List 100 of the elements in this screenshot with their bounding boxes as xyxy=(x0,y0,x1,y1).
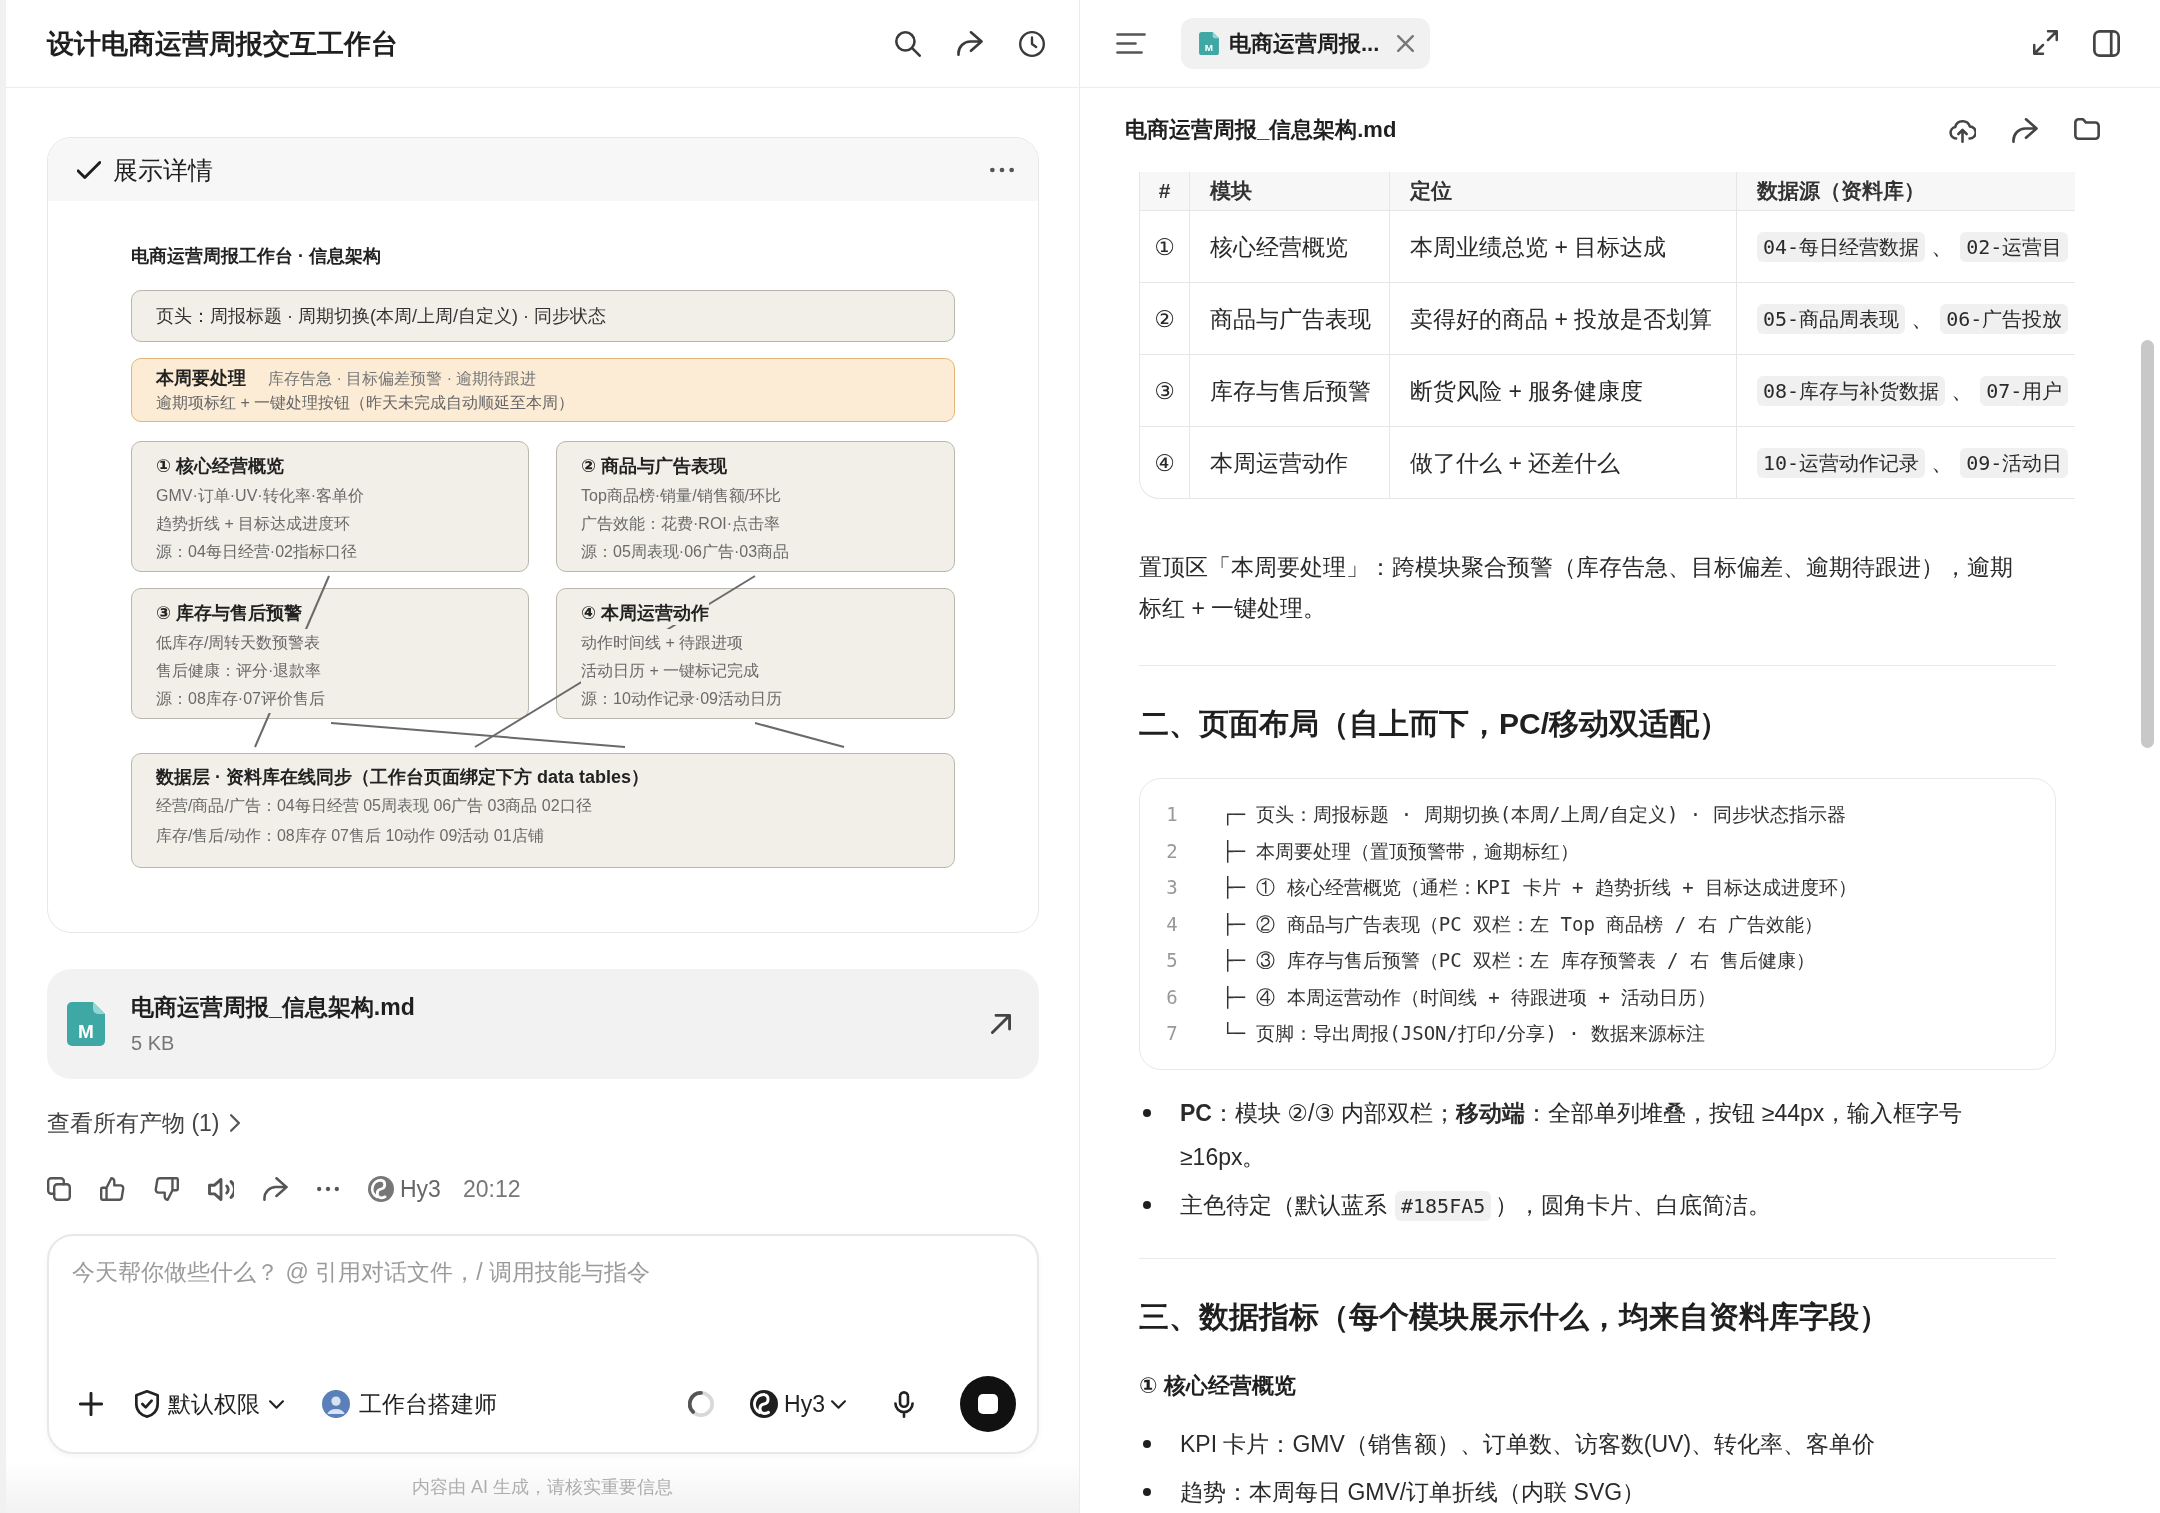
share-icon[interactable] xyxy=(2012,117,2038,143)
speaker-icon[interactable] xyxy=(208,1177,234,1201)
thumbs-down-icon[interactable] xyxy=(154,1177,179,1201)
shield-check-icon xyxy=(135,1390,159,1418)
table-cell: 断货风险 + 服务健康度 xyxy=(1390,355,1737,427)
more-icon[interactable] xyxy=(317,1186,339,1192)
arrow-icon[interactable] xyxy=(991,1014,1011,1034)
node-title: ④ 本周运营动作 xyxy=(581,601,710,625)
clock-icon[interactable] xyxy=(1019,30,1045,57)
bullet-icon xyxy=(1143,1487,1151,1496)
node-title: ② 商品与广告表现 xyxy=(581,454,728,478)
column-header: 定位 xyxy=(1390,172,1737,211)
line-number: 7 xyxy=(1165,1021,1179,1046)
chevron-down-icon xyxy=(831,1399,846,1409)
list-item: KPI 卡片：GMV（销售额）、订单数、访客数(UV)、转化率、客单价 xyxy=(1180,1429,1877,1459)
file-icon: M xyxy=(1199,32,1219,55)
plus-icon[interactable] xyxy=(79,1392,103,1416)
diagram-node: 页头：周报标题 · 周期切换(本周/上周/自定义) · 同步状态 xyxy=(131,290,955,342)
share-icon[interactable] xyxy=(263,1177,288,1201)
line-number: 1 xyxy=(1165,802,1179,827)
table-cell: 商品与广告表现 xyxy=(1190,283,1390,355)
file-title: 电商运营周报_信息架构.md xyxy=(1125,116,1397,144)
code-line: ├─ ④ 本周运营动作（时间线 + 待跟进项 + 活动日历） xyxy=(1222,984,1717,1011)
search-icon[interactable] xyxy=(895,30,921,57)
column-header: # xyxy=(1139,172,1190,211)
thumbs-up-icon[interactable] xyxy=(100,1177,125,1201)
chevron-down-icon xyxy=(269,1399,284,1409)
stop-button[interactable] xyxy=(960,1376,1016,1432)
artifacts-link[interactable]: 查看所有产物 (1) xyxy=(47,1107,240,1139)
loading-ring-icon xyxy=(688,1391,715,1417)
model-name: Hy3 xyxy=(400,1175,441,1203)
close-icon[interactable] xyxy=(1397,35,1415,52)
menu-icon[interactable] xyxy=(1116,33,1146,54)
file-name: 电商运营周报_信息架构.md xyxy=(131,993,415,1022)
node-text: 活动日历 + 一键标记完成 xyxy=(581,657,760,685)
scrollbar-thumb[interactable] xyxy=(2141,340,2154,748)
details-toggle[interactable]: 展示详情 xyxy=(77,153,213,186)
avatar-icon xyxy=(322,1390,350,1418)
model-logo-icon xyxy=(750,1390,779,1418)
file-tab[interactable]: M 电商运营周报... xyxy=(1181,18,1431,69)
list-item: PC：模块 ②/③ 内部双栏；移动端：全部单列堆叠，按钮 ≥44px，输入框字号 ≥16px。 xyxy=(1180,1098,1964,1172)
node-text: 低库存/周转天数预警表 xyxy=(156,629,321,657)
side-panel-icon[interactable] xyxy=(2093,30,2120,57)
line-number: 3 xyxy=(1165,875,1179,900)
table-cell: 10-运营动作记录 、 09-活动日 xyxy=(1737,427,2075,499)
code-line: ├─ ② 商品与广告表现（PC 双栏：左 Top 商品榜 / 右 广告效能） xyxy=(1222,911,1824,938)
table-cell: 04-每日经营数据 、 02-运营目 xyxy=(1737,211,2075,283)
section-heading: 二、页面布局（自上而下，PC/移动双适配） xyxy=(1139,706,1730,742)
upload-icon[interactable] xyxy=(1949,117,1976,143)
section-heading: 三、数据指标（每个模块展示什么，均来自资料库字段） xyxy=(1139,1298,1890,1335)
expand-icon[interactable] xyxy=(2033,30,2058,55)
node-text: 售后健康：评分·退款率 xyxy=(156,657,322,685)
file-size: 5 KB xyxy=(131,1031,176,1056)
stop-icon xyxy=(978,1394,998,1414)
table-cell: 库存与售后预警 xyxy=(1190,355,1390,427)
code-line: └─ 页脚：导出周报(JSON/打印/分享) · 数据来源标注 xyxy=(1222,1021,1706,1046)
bullet-icon xyxy=(1143,1108,1151,1117)
table-cell: 08-库存与补货数据 、 07-用户 xyxy=(1737,355,2075,427)
check-icon xyxy=(77,160,101,179)
message-time: 20:12 xyxy=(462,1175,521,1203)
file-icon: M xyxy=(67,1002,105,1046)
table-cell: 本周业绩总览 + 目标达成 xyxy=(1390,211,1737,283)
table-cell: ② xyxy=(1139,283,1190,355)
paragraph: 置顶区「本周要处理」：跨模块聚合预警（库存告急、目标偏差、逾期待跟进），逾期标红 + 一键处理。 xyxy=(1139,553,2014,623)
window-title: 设计电商运营周报交互工作台 xyxy=(47,27,398,61)
subsection-heading: ① 核心经营概览 xyxy=(1139,1371,1297,1400)
bullet-icon xyxy=(1143,1200,1151,1209)
column-header: 数据源（资料库） xyxy=(1737,172,2075,211)
microphone-icon[interactable] xyxy=(894,1390,914,1418)
line-number: 5 xyxy=(1165,948,1179,973)
diagram-title: 电商运营周报工作台 · 信息架构 xyxy=(131,245,382,267)
permission-dropdown[interactable]: 默认权限 xyxy=(135,1389,284,1419)
table-cell: ④ xyxy=(1139,427,1190,499)
share-icon[interactable] xyxy=(957,30,983,56)
table-cell: 卖得好的商品 + 投放是否划算 xyxy=(1390,283,1737,355)
node-title: ③ 库存与售后预警 xyxy=(156,601,303,625)
composer-panel[interactable]: 今天帮你做些什么？ @ 引用对话文件，/ 调用技能与指令 默认权限 工作台搭建师 Hy3 xyxy=(47,1234,1039,1454)
agent-button[interactable]: 工作台搭建师 xyxy=(322,1389,497,1419)
folder-icon[interactable] xyxy=(2074,117,2100,140)
code-line: ┌─ 页头：周报标题 · 周期切换(本周/上周/自定义) · 同步状态指示器 xyxy=(1222,802,1846,828)
chevron-right-icon xyxy=(229,1114,240,1132)
message-input[interactable]: 今天帮你做些什么？ @ 引用对话文件，/ 调用技能与指令 xyxy=(49,1236,1037,1364)
model-dropdown[interactable]: Hy3 xyxy=(750,1389,846,1419)
more-icon[interactable] xyxy=(990,166,1014,173)
line-number: 2 xyxy=(1165,838,1179,864)
copy-icon[interactable] xyxy=(47,1177,71,1201)
code-line: ├─ 本周要处理（置顶预警带，逾期标红） xyxy=(1222,838,1580,865)
table-cell: ① xyxy=(1139,211,1190,283)
line-number: 6 xyxy=(1165,984,1179,1010)
column-header: 模块 xyxy=(1190,172,1390,211)
code-line: ├─ ① 核心经营概览（通栏：KPI 卡片 + 趋势折线 + 目标达成进度环） xyxy=(1222,875,1858,901)
bullet-icon xyxy=(1143,1439,1151,1448)
table-cell: 05-商品周表现 、 06-广告投放 xyxy=(1737,283,2075,355)
model-logo-icon xyxy=(368,1176,394,1202)
file-card[interactable]: M 电商运营周报_信息架构.md 5 KB xyxy=(47,969,1039,1079)
list-item: 主色待定（默认蓝系 #185FA5 ），圆角卡片、白底简洁。 xyxy=(1180,1182,2020,1228)
table-cell: 核心经营概览 xyxy=(1190,211,1390,283)
node-title: 本周要处理 xyxy=(156,367,246,390)
node-text: 动作时间线 + 待跟进项 xyxy=(581,629,744,657)
line-number: 4 xyxy=(1165,911,1179,937)
